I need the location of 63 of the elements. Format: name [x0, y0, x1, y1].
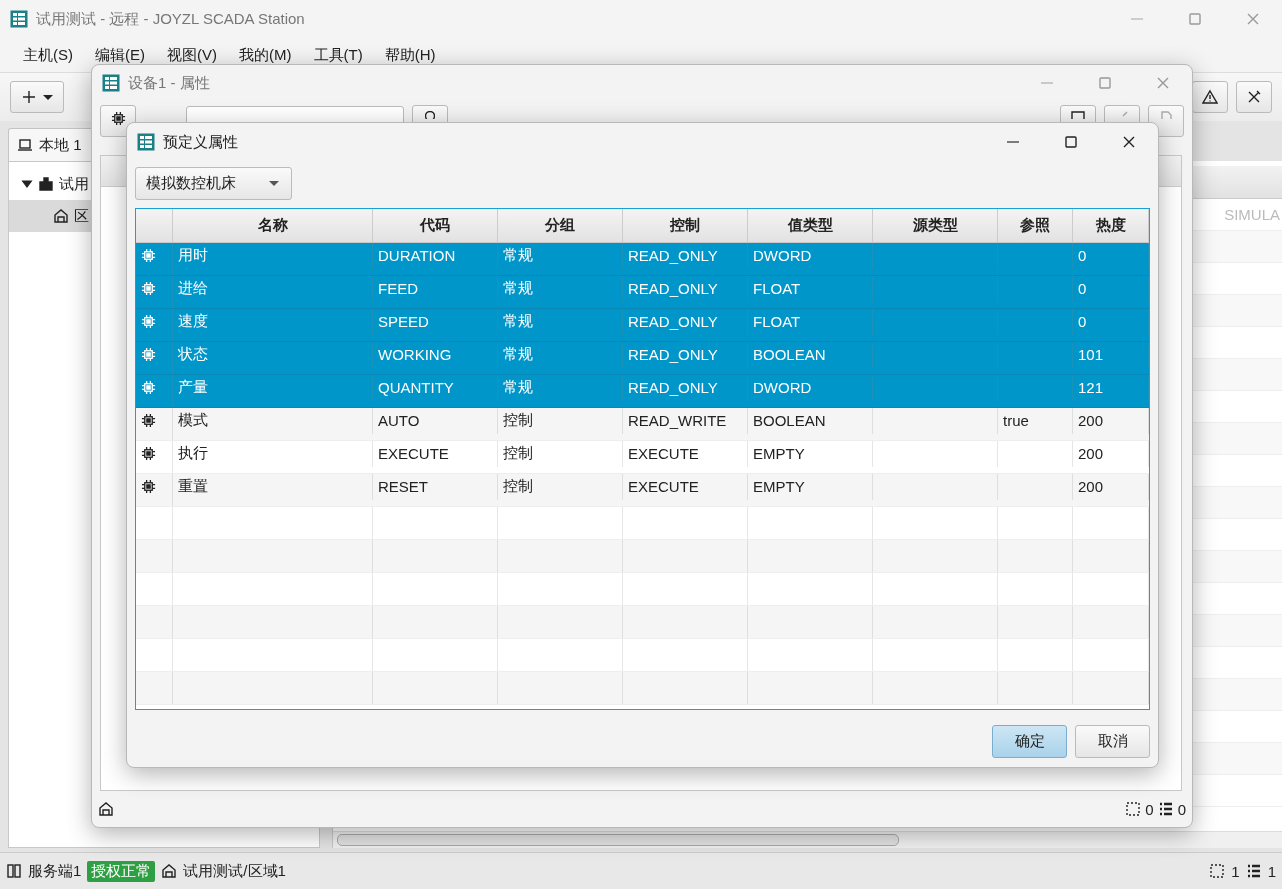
table-cell: 控制 [503, 477, 533, 497]
table-cell: 速度 [178, 312, 208, 332]
tree-label: 试用 [59, 174, 89, 194]
table-cell: 进给 [178, 279, 208, 299]
table-cell: RESET [378, 478, 428, 496]
table-cell: READ_ONLY [628, 313, 718, 331]
table-cell: 模式 [178, 411, 208, 431]
table-cell: EXECUTE [628, 478, 699, 496]
table-cell: 产量 [178, 378, 208, 398]
table-cell: 执行 [178, 444, 208, 464]
table-cell: 常规 [503, 279, 533, 299]
table-cell: EXECUTE [378, 445, 449, 463]
item-count: 0 [1177, 800, 1186, 818]
table-cell: DURATION [378, 247, 456, 265]
table-cell: 常规 [503, 312, 533, 332]
table-cell: EXECUTE [628, 445, 699, 463]
item-count: 1 [1267, 862, 1276, 880]
table-cell: BOOLEAN [753, 412, 826, 430]
table-cell: READ_WRITE [628, 412, 727, 430]
dialog-title: 预定义属性 [163, 132, 238, 152]
table-cell: FLOAT [753, 280, 801, 298]
tree-label: 区 [74, 206, 89, 226]
table-cell: 重置 [178, 477, 208, 497]
tab-label: 本地 1 [39, 135, 82, 155]
table-cell: 101 [1078, 346, 1104, 364]
table-cell: READ_ONLY [628, 247, 718, 265]
table-cell: WORKING [378, 346, 452, 364]
window-title: 试用测试 - 远程 - JOYZL SCADA Station [36, 9, 305, 29]
server-label: 服务端1 [28, 861, 82, 881]
dialog-title: 设备1 - 属性 [128, 73, 210, 93]
table-cell: 200 [1078, 478, 1104, 496]
table-cell: DWORD [753, 379, 812, 397]
path-label: 试用测试/区域1 [183, 861, 286, 881]
table-cell: READ_ONLY [628, 379, 718, 397]
table-cell: FEED [378, 280, 418, 298]
table-cell: 0 [1078, 313, 1087, 331]
table-cell: SIMULA [1224, 206, 1280, 223]
table-cell: 控制 [503, 444, 533, 464]
table-cell: DWORD [753, 247, 812, 265]
table-cell: 常规 [503, 246, 533, 266]
table-cell: BOOLEAN [753, 346, 826, 364]
license-status: 授权正常 [87, 860, 156, 882]
table-cell: QUANTITY [378, 379, 454, 397]
table-cell: 用时 [178, 246, 208, 266]
table-cell: EMPTY [753, 445, 805, 463]
table-cell: EMPTY [753, 478, 805, 496]
table-cell: 200 [1078, 445, 1104, 463]
table-cell: 常规 [503, 345, 533, 365]
table-cell: 200 [1078, 412, 1104, 430]
table-cell: AUTO [378, 412, 420, 430]
table-cell: 常规 [503, 378, 533, 398]
table-cell: 0 [1078, 280, 1087, 298]
table-cell: READ_ONLY [628, 346, 718, 364]
table-cell: true [1003, 412, 1029, 430]
table-cell: READ_ONLY [628, 280, 718, 298]
table-cell: 状态 [178, 345, 208, 365]
table-cell: 控制 [503, 411, 533, 431]
table-cell: FLOAT [753, 313, 801, 331]
table-cell: 121 [1078, 379, 1104, 397]
table-cell: 0 [1078, 247, 1087, 265]
table-cell: SPEED [378, 313, 429, 331]
selected-count: 0 [1145, 800, 1154, 818]
selected-count: 1 [1231, 862, 1240, 880]
